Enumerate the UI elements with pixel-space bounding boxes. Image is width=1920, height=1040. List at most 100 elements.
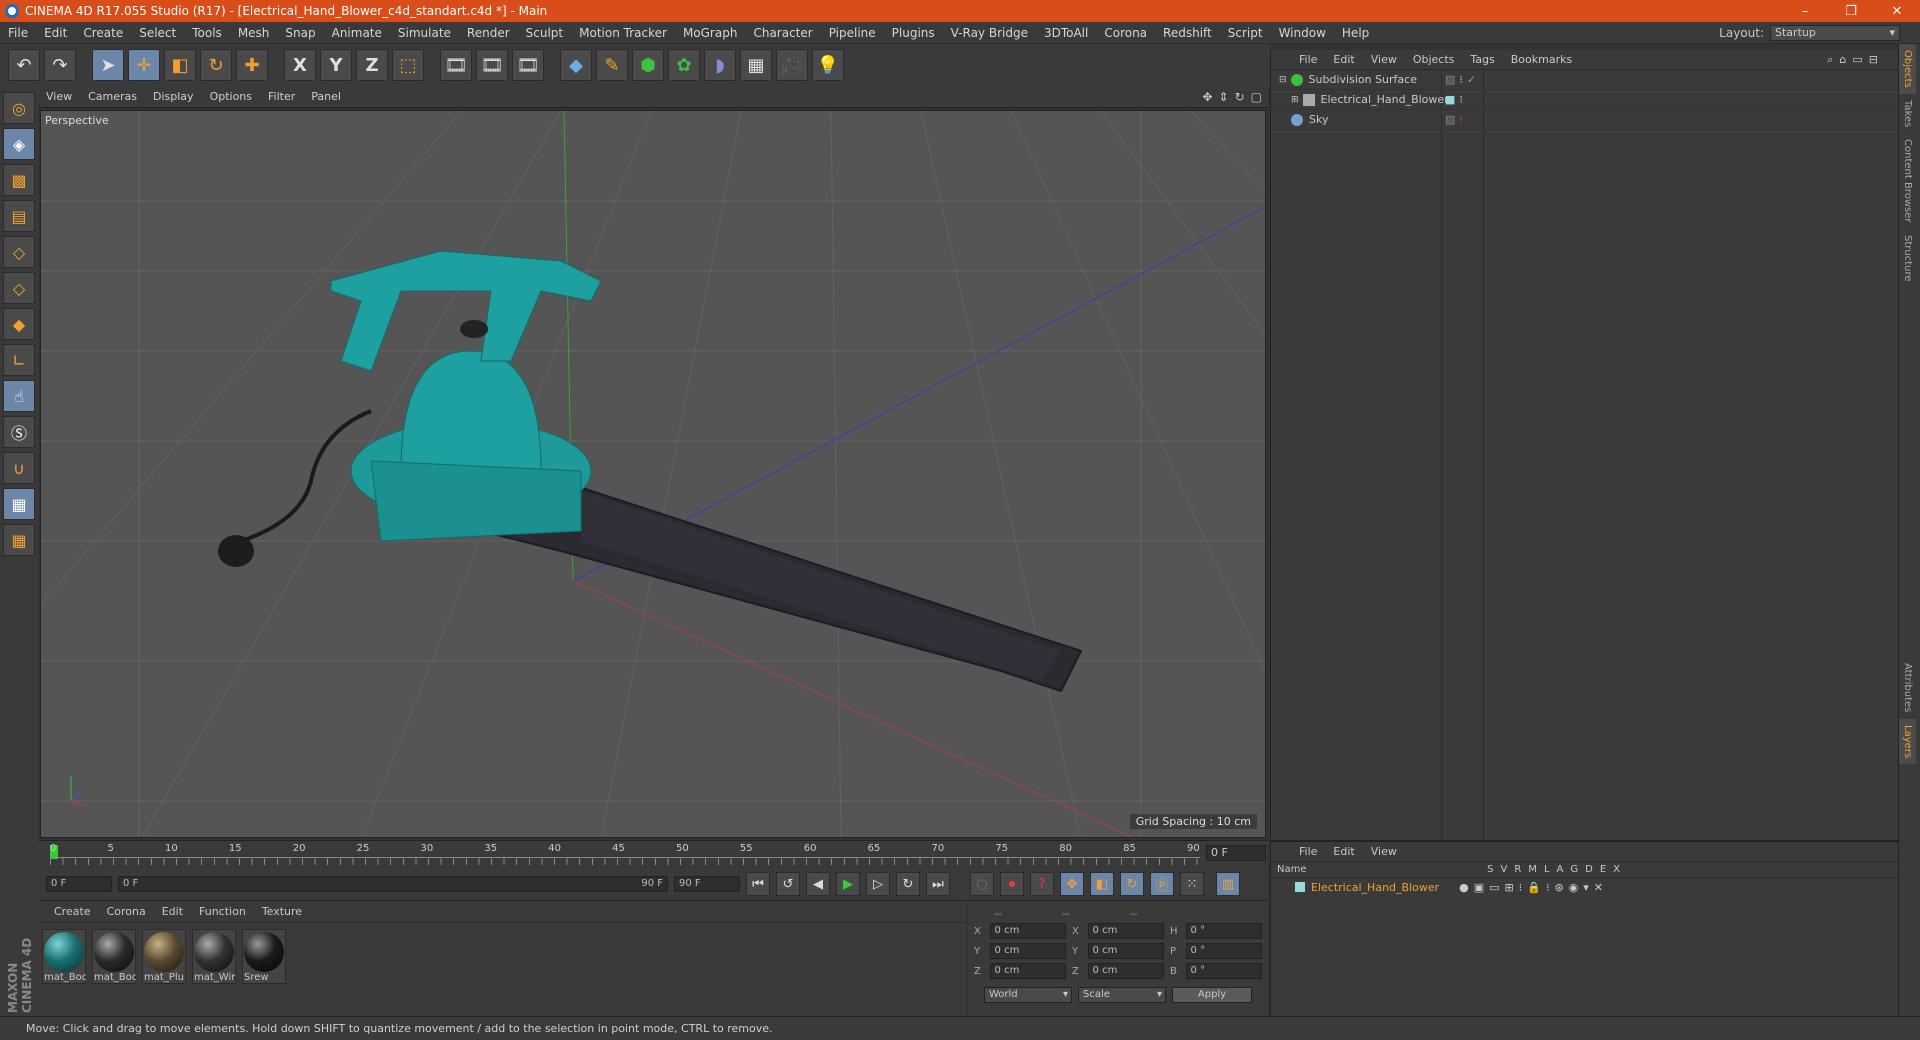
menu-window[interactable]: Window <box>1271 22 1334 44</box>
coordinate-space-dropdown[interactable]: World <box>984 987 1072 1003</box>
motion-record-icon[interactable]: ◌ <box>970 872 994 896</box>
maximize-view-icon[interactable]: ▢ <box>1251 90 1262 104</box>
menu-3dtoall[interactable]: 3DToAll <box>1036 22 1096 44</box>
perspective-viewport[interactable]: Perspective Grid Spacing : 10 cm <box>40 110 1266 838</box>
model-mode-icon[interactable]: ◈ <box>3 128 35 160</box>
light-icon[interactable]: 💡 <box>812 49 844 81</box>
layer-menu-file[interactable]: File <box>1291 845 1325 858</box>
undo-icon[interactable]: ↶ <box>8 49 40 81</box>
menu-mesh[interactable]: Mesh <box>230 22 278 44</box>
object-row[interactable]: Sky ▨ ⁝ <box>1271 110 1898 130</box>
next-key-icon[interactable]: ↻ <box>896 872 920 896</box>
orbit-view-icon[interactable]: ↻ <box>1235 90 1245 104</box>
key-position-icon[interactable]: ✥ <box>1060 872 1084 896</box>
tab-takes[interactable]: Takes <box>1899 94 1916 133</box>
visibility-dots-icon[interactable]: ⁝ <box>1459 73 1463 86</box>
size-y-field[interactable]: 0 cm <box>1087 943 1164 959</box>
array-generator-icon[interactable]: ✿ <box>668 49 700 81</box>
tweak-mode-icon[interactable]: ☝ <box>3 380 35 412</box>
key-point-level-icon[interactable]: ⁙ <box>1180 872 1204 896</box>
material-swatch[interactable]: mat_Boc <box>42 929 86 984</box>
pen-spline-icon[interactable]: ✎ <box>596 49 628 81</box>
workplane-mode-icon[interactable]: ▤ <box>3 200 35 232</box>
collapse-icon[interactable]: ⊟ <box>1279 75 1287 85</box>
menu-simulate[interactable]: Simulate <box>390 22 459 44</box>
auto-keying-icon[interactable]: ? <box>1030 872 1054 896</box>
coordinate-system-icon[interactable]: ⬚ <box>392 49 424 81</box>
material-swatch[interactable]: mat_Plu <box>142 929 186 984</box>
close-button[interactable]: ✕ <box>1874 0 1920 22</box>
menu-select[interactable]: Select <box>131 22 184 44</box>
size-z-field[interactable]: 0 cm <box>1087 963 1164 979</box>
snap-icon[interactable]: ∪ <box>3 452 35 484</box>
points-mode-icon[interactable]: ◇ <box>3 236 35 268</box>
menu-corona[interactable]: Corona <box>1096 22 1155 44</box>
layer-menu-view[interactable]: View <box>1363 845 1405 858</box>
layer-menu-edit[interactable]: Edit <box>1325 845 1362 858</box>
menu-snap[interactable]: Snap <box>277 22 323 44</box>
pos-y-field[interactable]: 0 cm <box>989 943 1066 959</box>
material-swatch[interactable]: mat_Wir <box>192 929 236 984</box>
locked-workplane-icon[interactable]: ▦ <box>3 488 35 520</box>
rot-b-field[interactable]: 0 ° <box>1185 963 1262 979</box>
render-settings-icon[interactable]: 🎞 <box>512 49 544 81</box>
cube-primitive-icon[interactable]: ◆ <box>560 49 592 81</box>
go-to-end-icon[interactable]: ⏭ <box>926 872 950 896</box>
current-frame-field[interactable]: 0 F <box>1206 845 1266 861</box>
object-menu-objects[interactable]: Objects <box>1405 53 1463 66</box>
render-picture-viewer-icon[interactable]: 🎞 <box>476 49 508 81</box>
x-axis-lock-button[interactable]: X <box>284 49 316 81</box>
go-to-start-icon[interactable]: ⏮ <box>746 872 770 896</box>
menu-pipeline[interactable]: Pipeline <box>821 22 884 44</box>
menu-vray-bridge[interactable]: V-Ray Bridge <box>943 22 1036 44</box>
size-x-field[interactable]: 0 cm <box>1087 923 1164 939</box>
object-menu-view[interactable]: View <box>1363 53 1405 66</box>
layer-flag-icons[interactable]: ●▣▭⊞⁝🔒⁝⊛◉▾✕ <box>1459 881 1608 894</box>
viewport-menu-cameras[interactable]: Cameras <box>80 90 145 103</box>
play-icon[interactable]: ▶ <box>836 872 860 896</box>
pos-z-field[interactable]: 0 cm <box>989 963 1066 979</box>
maximize-button[interactable]: ❐ <box>1828 0 1874 22</box>
visibility-dots-icon[interactable]: ⁝ <box>1459 93 1463 106</box>
make-editable-icon[interactable]: ◎ <box>3 92 35 124</box>
pos-x-field[interactable]: 0 cm <box>989 923 1066 939</box>
material-menu-function[interactable]: Function <box>191 905 254 918</box>
redo-icon[interactable]: ↷ <box>44 49 76 81</box>
pan-view-icon[interactable]: ✥ <box>1202 90 1212 104</box>
object-menu-edit[interactable]: Edit <box>1325 53 1362 66</box>
tab-attributes[interactable]: Attributes <box>1899 657 1916 718</box>
end-frame-field[interactable]: 90 F <box>674 876 740 892</box>
menu-sculpt[interactable]: Sculpt <box>518 22 571 44</box>
object-menu-bookmarks[interactable]: Bookmarks <box>1503 53 1580 66</box>
previous-frame-icon[interactable]: ◀ <box>806 872 830 896</box>
y-axis-lock-button[interactable]: Y <box>320 49 352 81</box>
menu-render[interactable]: Render <box>459 22 518 44</box>
rot-p-field[interactable]: 0 ° <box>1185 943 1262 959</box>
apply-button[interactable]: Apply <box>1172 987 1252 1003</box>
visibility-dots-icon[interactable]: ⁝ <box>1459 113 1463 126</box>
key-scale-icon[interactable]: ◧ <box>1090 872 1114 896</box>
next-frame-icon[interactable]: ▷ <box>866 872 890 896</box>
menu-plugins[interactable]: Plugins <box>884 22 943 44</box>
rot-h-field[interactable]: 0 ° <box>1185 923 1262 939</box>
selection-tool-icon[interactable]: ➤ <box>92 49 124 81</box>
viewport-menu-panel[interactable]: Panel <box>303 90 349 103</box>
previous-key-icon[interactable]: ↺ <box>776 872 800 896</box>
frame-range-slider[interactable]: 0 F 90 F <box>118 876 668 892</box>
transform-tool-icon[interactable]: ✚ <box>236 49 268 81</box>
viewport-menu-filter[interactable]: Filter <box>260 90 303 103</box>
menu-mograph[interactable]: MoGraph <box>675 22 746 44</box>
material-menu-create[interactable]: Create <box>46 905 99 918</box>
tab-layers[interactable]: Layers <box>1899 718 1916 764</box>
tab-structure[interactable]: Structure <box>1899 229 1916 288</box>
material-swatch[interactable]: mat_Boc <box>92 929 136 984</box>
tab-content-browser[interactable]: Content Browser <box>1899 133 1916 228</box>
layer-color-swatch[interactable] <box>1295 882 1305 892</box>
solo-mode-icon[interactable]: Ⓢ <box>3 416 35 448</box>
material-menu-edit[interactable]: Edit <box>154 905 191 918</box>
enabled-check-icon[interactable]: ✓ <box>1467 73 1476 86</box>
move-tool-icon[interactable]: ✛ <box>128 49 160 81</box>
layout-dropdown[interactable]: Startup <box>1770 24 1900 41</box>
key-parameter-icon[interactable]: Ⓟ <box>1150 872 1174 896</box>
material-menu-texture[interactable]: Texture <box>254 905 310 918</box>
